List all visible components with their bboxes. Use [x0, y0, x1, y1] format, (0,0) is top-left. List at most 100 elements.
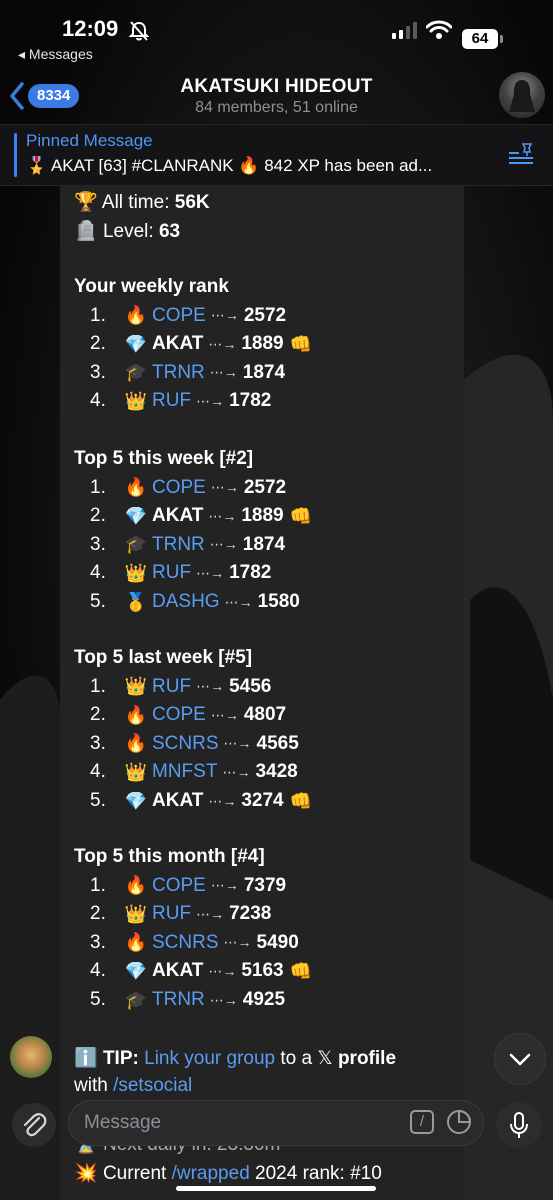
rank-number: 2. — [90, 333, 106, 355]
clan-name[interactable]: COPE — [152, 875, 206, 897]
rank-emoji-icon: 👑 — [124, 562, 148, 583]
clan-name[interactable]: RUF — [152, 562, 191, 584]
rank-row: 2. 👑 RUF ⋯→ 7238 — [90, 903, 271, 925]
clan-name[interactable]: SCNRS — [152, 932, 219, 954]
rank-score: 1889 — [241, 505, 284, 527]
chat-title[interactable]: AKATSUKI HIDEOUT — [0, 76, 553, 98]
clan-name[interactable]: RUF — [152, 676, 191, 698]
voice-message-button[interactable] — [496, 1102, 542, 1148]
clan-name[interactable]: TRNR — [152, 362, 205, 384]
rank-number: 3. — [90, 533, 106, 555]
rank-score: 4565 — [256, 732, 299, 754]
rank-emoji-icon: 🔥 — [124, 704, 148, 725]
rank-score: 1889 — [241, 333, 284, 355]
battery-icon: 64 — [462, 29, 498, 49]
level-icon: 🪦 — [74, 221, 98, 242]
clan-name[interactable]: SCNRS — [152, 733, 219, 755]
rank-row: 1. 🔥 COPE ⋯→ 7379 — [90, 875, 286, 897]
rank-score: 5163 — [241, 960, 284, 982]
sender-avatar[interactable] — [10, 1036, 52, 1078]
rank-score: 7379 — [243, 874, 287, 896]
all-time-label: All time: — [101, 192, 170, 213]
section-heading: Top 5 this week [#2] — [74, 448, 254, 469]
chat-member-count: 84 members, 51 online — [195, 99, 358, 116]
clan-name[interactable]: COPE — [152, 477, 206, 499]
rank-row: 5. 💎 AKAT ⋯→ 3274 👊 — [90, 790, 312, 812]
clan-name[interactable]: RUF — [152, 390, 191, 412]
rank-number: 2. — [90, 704, 106, 726]
home-indicator — [176, 1186, 376, 1191]
rank-emoji-icon: 🔥 — [124, 875, 148, 896]
arrow-icon: ⋯→ — [223, 934, 252, 951]
pinned-indicator — [14, 133, 17, 177]
rank-emoji-icon: 💎 — [124, 960, 148, 981]
command-icon[interactable]: / — [410, 1110, 434, 1134]
group-avatar[interactable] — [499, 72, 545, 118]
x-logo-icon: 𝕏 — [317, 1048, 333, 1069]
rank-number: 1. — [90, 675, 106, 697]
rank-score: 5456 — [229, 675, 272, 697]
section-heading: Top 5 last week [#5] — [74, 647, 253, 668]
rank-row: 4. 👑 RUF ⋯→ 1782 — [90, 390, 271, 412]
arrow-icon: ⋯→ — [208, 792, 237, 809]
arrow-icon: ⋯→ — [210, 706, 239, 723]
clan-name[interactable]: TRNR — [152, 989, 205, 1011]
scroll-down-button[interactable] — [494, 1033, 546, 1085]
clan-name[interactable]: COPE — [152, 704, 206, 726]
rank-row: 4. 👑 RUF ⋯→ 1782 — [90, 562, 271, 584]
clan-name[interactable]: TRNR — [152, 534, 205, 556]
rank-emoji-icon: 🔥 — [124, 305, 148, 326]
pinned-message-bar[interactable]: Pinned Message 🎖️ AKAT [63] #CLANRANK 🔥 … — [0, 124, 553, 186]
section-heading: Your weekly rank — [74, 276, 229, 297]
signal-icon — [392, 22, 417, 39]
rank-emoji-icon: 🎓 — [124, 362, 148, 383]
rank-number: 3. — [90, 931, 106, 953]
rank-row: 3. 🔥 SCNRS ⋯→ 5490 — [90, 932, 299, 954]
arrow-icon: ⋯→ — [210, 479, 239, 496]
rank-number: 1. — [90, 476, 106, 498]
rank-emoji-icon: 🔥 — [124, 932, 148, 953]
clan-name[interactable]: MNFST — [152, 761, 217, 783]
clan-name[interactable]: COPE — [152, 305, 206, 327]
rank-emoji-icon: 💎 — [124, 790, 148, 811]
setsocial-command[interactable]: /setsocial — [113, 1075, 192, 1096]
rank-emoji-icon: 👑 — [124, 676, 148, 697]
rank-number: 5. — [90, 989, 106, 1010]
rank-number: 3. — [90, 732, 106, 754]
tip-profile: profile — [337, 1048, 397, 1069]
rank-emoji-icon: 👑 — [124, 761, 148, 782]
rank-row: 4. 💎 AKAT ⋯→ 5163 👊 — [90, 960, 312, 982]
rank-number: 1. — [90, 304, 106, 326]
rank-row: 2. 🔥 COPE ⋯→ 4807 — [90, 704, 286, 726]
rank-row: 5. 🎓 TRNR ⋯→ 4925 — [90, 989, 285, 1011]
fist-icon: 👊 — [289, 790, 313, 811]
rank-score: 1782 — [229, 390, 272, 412]
rank-score: 7238 — [229, 903, 272, 925]
clan-name[interactable]: RUF — [152, 903, 191, 925]
pin-list-icon[interactable] — [507, 141, 535, 167]
tip-label: TIP: — [102, 1048, 139, 1069]
status-back-to-messages[interactable]: ◂ Messages — [18, 46, 93, 63]
info-icon: ℹ️ — [74, 1048, 98, 1069]
chevron-down-icon — [509, 1053, 531, 1066]
microphone-icon — [510, 1112, 528, 1138]
clan-name: AKAT — [152, 505, 204, 527]
sticker-icon[interactable] — [446, 1109, 472, 1135]
level-line: 🪦 Level: 63 — [74, 219, 180, 243]
wrapped-command[interactable]: /wrapped — [172, 1163, 250, 1184]
rank-number: 3. — [90, 361, 106, 383]
arrow-icon: ⋯→ — [208, 962, 237, 979]
rank-emoji-icon: 👑 — [124, 390, 148, 411]
rank-number: 4. — [90, 761, 106, 783]
rank-row: 3. 🎓 TRNR ⋯→ 1874 — [90, 534, 285, 556]
clan-name: AKAT — [152, 333, 204, 355]
attach-button[interactable] — [12, 1103, 56, 1147]
fist-icon: 👊 — [289, 960, 313, 981]
clan-name[interactable]: DASHG — [152, 591, 220, 613]
rank-number: 2. — [90, 505, 106, 527]
tip-link[interactable]: Link your group — [144, 1048, 275, 1069]
rank-number: 4. — [90, 390, 106, 412]
message-placeholder: Message — [84, 1112, 162, 1133]
rank-row: 2. 💎 AKAT ⋯→ 1889 👊 — [90, 333, 312, 355]
arrow-icon: ⋯→ — [223, 735, 252, 752]
